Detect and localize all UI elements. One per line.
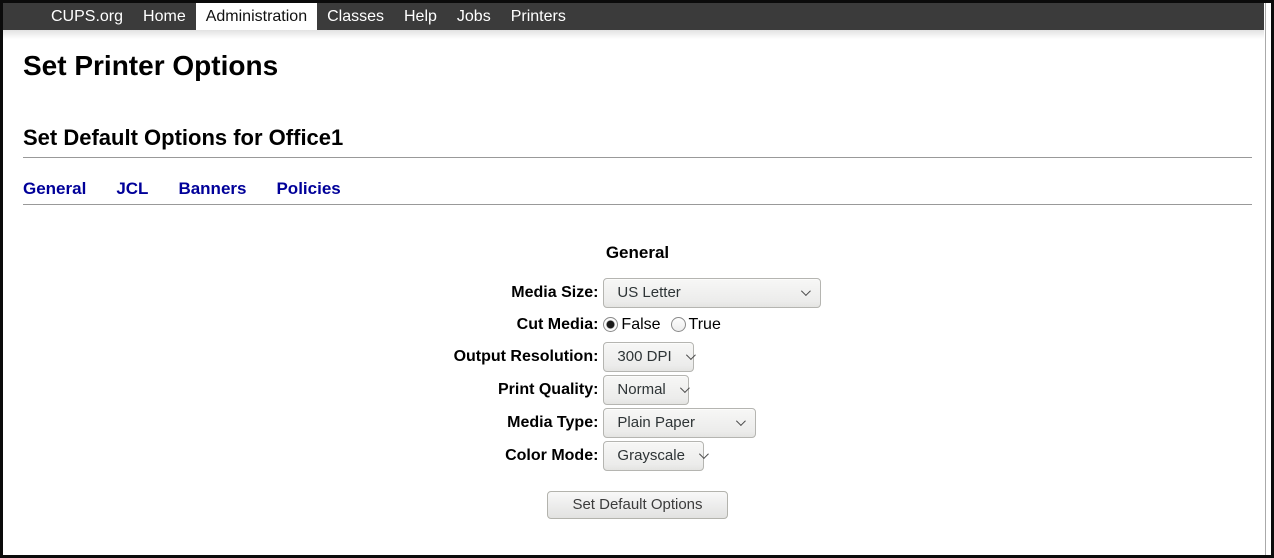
- nav-item-classes[interactable]: Classes: [317, 3, 394, 30]
- options-form: General Media Size:US LetterCut Media:Fa…: [23, 243, 1252, 519]
- form-row-print-quality: Print Quality: Normal: [454, 375, 822, 405]
- cut-media-label: Cut Media:: [454, 311, 599, 339]
- chevron-down-icon: [686, 351, 696, 361]
- tab-jcl[interactable]: JCL: [116, 179, 148, 198]
- print-quality-select[interactable]: Normal: [603, 375, 689, 405]
- tab-banners[interactable]: Banners: [178, 179, 246, 198]
- chevron-down-icon: [680, 384, 690, 394]
- nav-item-home[interactable]: Home: [133, 3, 196, 30]
- browser-window: CUPS.orgHomeAdministrationClassesHelpJob…: [0, 0, 1274, 558]
- output-resolution-label: Output Resolution:: [454, 342, 599, 372]
- option-group-tabs: General JCL Banners Policies: [23, 179, 1252, 199]
- cut-media-radio-true[interactable]: [671, 317, 686, 332]
- media-type-widget-cell: Plain Paper: [603, 408, 821, 438]
- set-default-options-button[interactable]: Set Default Options: [547, 491, 727, 519]
- nav-item-help[interactable]: Help: [394, 3, 447, 30]
- color-mode-selected-value: Grayscale: [617, 447, 685, 464]
- page-title: Set Printer Options: [23, 51, 1252, 82]
- form-row-media-type: Media Type: Plain Paper: [454, 408, 822, 438]
- form-row-output-resolution: Output Resolution: 300 DPI: [454, 342, 822, 372]
- form-row-media-size: Media Size: US Letter: [454, 278, 822, 308]
- print-quality-selected-value: Normal: [617, 381, 665, 398]
- output-resolution-select[interactable]: 300 DPI: [603, 342, 694, 372]
- nav-item-cups-org[interactable]: CUPS.org: [41, 3, 133, 30]
- nav-item-printers[interactable]: Printers: [501, 3, 576, 30]
- color-mode-label: Color Mode:: [454, 441, 599, 471]
- section-divider: [23, 157, 1252, 158]
- form-group-title: General: [449, 243, 827, 263]
- media-size-selected-value: US Letter: [617, 284, 680, 301]
- cut-media-radio-group: False True: [603, 311, 730, 339]
- cut-media-radio-false[interactable]: [603, 317, 618, 332]
- color-mode-select[interactable]: Grayscale: [603, 441, 704, 471]
- cut-media-widget-cell: False True: [603, 311, 821, 339]
- chevron-down-icon: [801, 287, 811, 297]
- submit-row: Set Default Options: [449, 491, 827, 519]
- options-table: Media Size: US Letter Cut Media: False True O…: [449, 275, 827, 474]
- section-title: Set Default Options for Office1: [23, 126, 1252, 150]
- cut-media-option-label: True: [689, 316, 721, 334]
- nav-item-jobs[interactable]: Jobs: [447, 3, 501, 30]
- media-size-widget-cell: US Letter: [603, 278, 821, 308]
- print-quality-label: Print Quality:: [454, 375, 599, 405]
- cut-media-option-label: False: [621, 316, 660, 334]
- tab-policies[interactable]: Policies: [276, 179, 340, 198]
- cut-media-option-false[interactable]: False: [603, 316, 660, 334]
- print-quality-widget-cell: Normal: [603, 375, 821, 405]
- form-row-cut-media: Cut Media: False True: [454, 311, 822, 339]
- chevron-down-icon: [736, 417, 746, 427]
- options-form-inner: General Media Size:US LetterCut Media:Fa…: [449, 243, 827, 519]
- chevron-down-icon: [699, 450, 709, 460]
- form-row-color-mode: Color Mode: Grayscale: [454, 441, 822, 471]
- nav-shadow: [3, 30, 1264, 39]
- tabs-divider: [23, 204, 1252, 205]
- window-right-gutter: [1265, 3, 1271, 555]
- media-type-selected-value: Plain Paper: [617, 414, 695, 431]
- top-navigation: CUPS.orgHomeAdministrationClassesHelpJob…: [3, 3, 1264, 30]
- media-size-select[interactable]: US Letter: [603, 278, 821, 308]
- output-resolution-widget-cell: 300 DPI: [603, 342, 821, 372]
- output-resolution-selected-value: 300 DPI: [617, 348, 671, 365]
- page-content: Set Printer Options Set Default Options …: [3, 51, 1264, 519]
- nav-item-administration[interactable]: Administration: [196, 3, 317, 30]
- tab-general[interactable]: General: [23, 179, 86, 198]
- color-mode-widget-cell: Grayscale: [603, 441, 821, 471]
- media-type-label: Media Type:: [454, 408, 599, 438]
- cut-media-option-true[interactable]: True: [671, 316, 721, 334]
- media-size-label: Media Size:: [454, 278, 599, 308]
- media-type-select[interactable]: Plain Paper: [603, 408, 756, 438]
